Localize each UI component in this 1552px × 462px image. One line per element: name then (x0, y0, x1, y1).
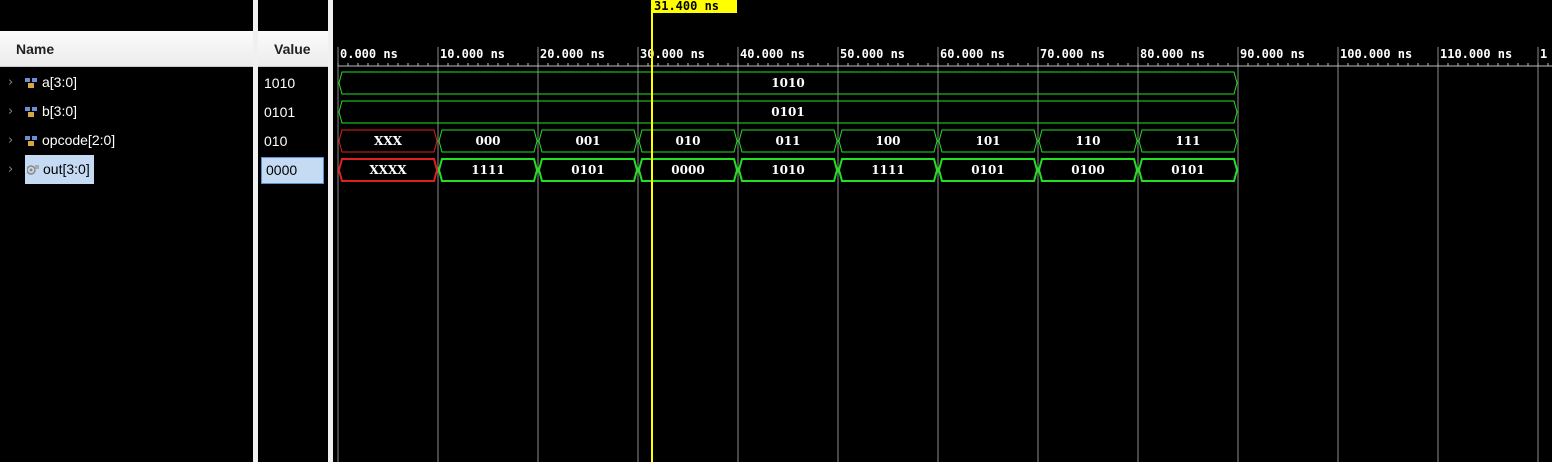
bus-value-label: 001 (575, 134, 600, 148)
bus-value-label: 1111 (471, 163, 504, 177)
ruler-tick-label: 60.000 ns (940, 47, 1005, 61)
signal-value: 010 (264, 133, 288, 149)
ruler-tick-label: 20.000 ns (540, 47, 605, 61)
bus-value-label: 0100 (1071, 163, 1104, 177)
bus-value-label: 110 (1075, 134, 1100, 148)
value-column-header[interactable]: Value (258, 31, 328, 67)
ruler-tick-label: 10.000 ns (440, 47, 505, 61)
bus-value-label: 011 (775, 134, 800, 148)
bus-value-label: 1111 (871, 163, 904, 177)
signal-name: a[3:0] (42, 74, 78, 90)
signal-row-opcode[interactable]: › opcode[2:0] (0, 127, 253, 156)
ruler-tick-label: 70.000 ns (1040, 47, 1105, 61)
bus-value-label: 100 (875, 134, 900, 148)
bus-value-label: 0101 (971, 163, 1004, 177)
ruler-tick-label: 1 (1540, 47, 1547, 61)
signal-value: 1010 (264, 75, 296, 91)
ruler-tick-label: 40.000 ns (740, 47, 805, 61)
expand-chevron-icon[interactable]: › (8, 75, 13, 90)
bus-value-label: 111 (1175, 134, 1200, 148)
ruler-tick-label: 100.000 ns (1340, 47, 1412, 61)
bus-value-label: 000 (475, 134, 500, 148)
ruler-tick-label: 30.000 ns (640, 47, 705, 61)
ruler-tick-label: 80.000 ns (1140, 47, 1205, 61)
bus-value-label: 101 (975, 134, 1000, 148)
bus-value-label: 1010 (771, 163, 804, 177)
output-bus-icon (27, 165, 39, 175)
bus-value-label: XXX (374, 134, 403, 148)
signal-row-a[interactable]: › a[3:0] (0, 69, 253, 98)
cursor-time-label: 31.400 ns (654, 0, 719, 13)
input-bus-icon (25, 136, 37, 146)
bus-value-label: 1010 (771, 76, 804, 90)
input-bus-icon (25, 78, 37, 88)
signal-value[interactable]: 0000 (261, 157, 324, 184)
ruler-tick-label: 0.000 ns (340, 47, 398, 61)
bus-value-label: XXXX (369, 163, 407, 177)
waveform-canvas[interactable]: 0.000 ns 10.000 ns 20.000 ns 30.000 ns 40.00… (333, 0, 1552, 462)
bus-value-label: 0101 (571, 163, 604, 177)
signal-name: b[3:0] (42, 103, 78, 119)
bus-value-label: 0101 (771, 105, 804, 119)
signal-row-b[interactable]: › b[3:0] (0, 98, 253, 127)
name-column-header[interactable]: Name (0, 31, 253, 67)
expand-chevron-icon[interactable]: › (8, 104, 13, 119)
expand-chevron-icon[interactable]: › (8, 133, 13, 148)
signal-name: opcode[2:0] (42, 132, 116, 148)
input-bus-icon (25, 107, 37, 117)
signal-row-out[interactable]: › out[3:0] (0, 155, 253, 185)
bus-value-label: 0101 (1171, 163, 1204, 177)
signal-value: 0101 (264, 104, 296, 120)
expand-chevron-icon[interactable]: › (8, 162, 13, 177)
signal-values-panel (258, 0, 328, 462)
ruler-tick-label: 50.000 ns (840, 47, 905, 61)
ruler-tick-label: 90.000 ns (1240, 47, 1305, 61)
bus-value-label: 0000 (671, 163, 704, 177)
bus-value-label: 010 (675, 134, 700, 148)
ruler-tick-label: 110.000 ns (1440, 47, 1512, 61)
